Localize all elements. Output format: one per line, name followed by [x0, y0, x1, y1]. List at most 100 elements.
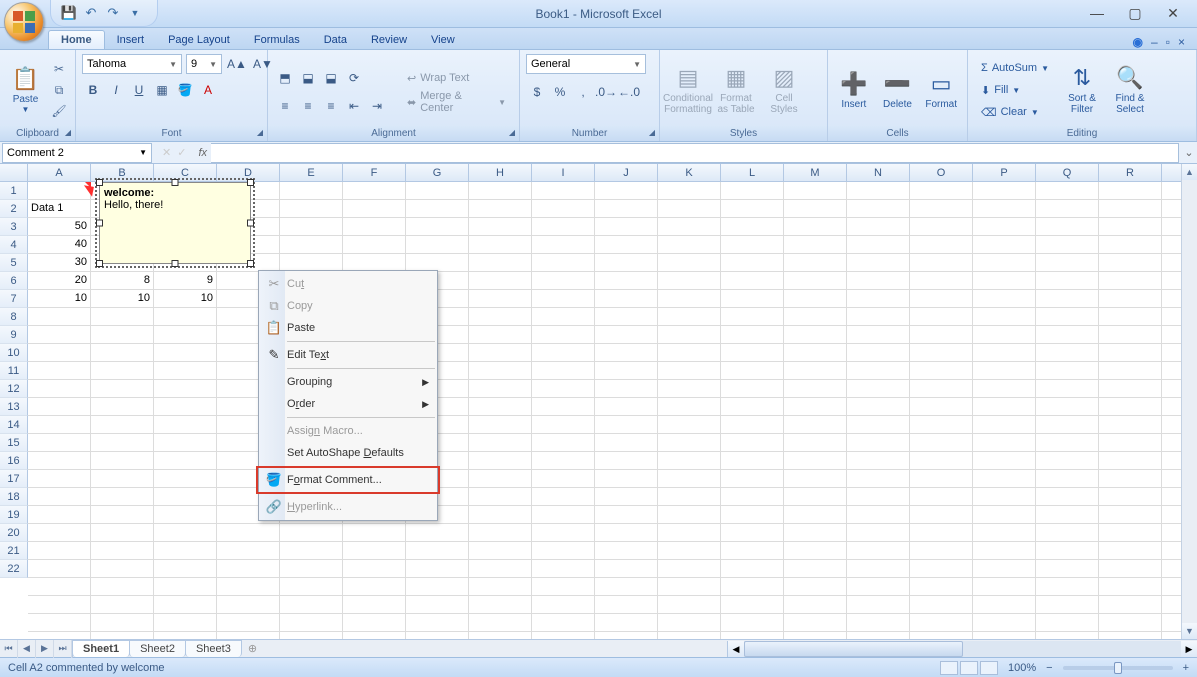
- redo-icon[interactable]: ↷: [105, 5, 121, 21]
- zoom-in-icon[interactable]: +: [1183, 662, 1189, 674]
- col-header-N[interactable]: N: [847, 164, 910, 181]
- fill-color-button[interactable]: 🪣: [174, 80, 196, 100]
- delete-cells-button[interactable]: ➖Delete: [878, 57, 918, 123]
- menu-hyperlink[interactable]: 🔗Hyperlink...: [259, 496, 437, 518]
- row-header-4[interactable]: 4: [0, 236, 28, 254]
- percent-button[interactable]: %: [549, 82, 571, 102]
- col-header-I[interactable]: I: [532, 164, 595, 181]
- insert-sheet-icon[interactable]: ⊕: [242, 640, 263, 657]
- minimize-button[interactable]: —: [1087, 5, 1107, 22]
- resize-handle[interactable]: [96, 220, 103, 227]
- col-header-R[interactable]: R: [1099, 164, 1162, 181]
- resize-handle[interactable]: [172, 260, 179, 267]
- sheet-nav-last-icon[interactable]: ⏭: [54, 640, 72, 658]
- border-button[interactable]: ▦: [151, 80, 173, 100]
- formula-input[interactable]: [211, 143, 1179, 163]
- col-header-K[interactable]: K: [658, 164, 721, 181]
- tab-insert[interactable]: Insert: [105, 31, 157, 49]
- col-header-O[interactable]: O: [910, 164, 973, 181]
- font-launcher-icon[interactable]: ◢: [257, 128, 263, 137]
- enter-formula-icon[interactable]: ✓: [177, 146, 186, 159]
- cell-styles-button[interactable]: ▨Cell Styles: [762, 57, 806, 123]
- cell-B6[interactable]: 8: [91, 272, 153, 289]
- tab-formulas[interactable]: Formulas: [242, 31, 312, 49]
- row-header-15[interactable]: 15: [0, 434, 28, 452]
- cell-B7[interactable]: 10: [91, 290, 153, 307]
- tab-page-layout[interactable]: Page Layout: [156, 31, 242, 49]
- close-button[interactable]: ✕: [1163, 5, 1183, 22]
- col-header-E[interactable]: E: [280, 164, 343, 181]
- sheet-nav-next-icon[interactable]: ▶: [36, 640, 54, 658]
- office-button[interactable]: [4, 2, 44, 42]
- format-painter-button[interactable]: 🖌: [49, 102, 69, 120]
- col-header-P[interactable]: P: [973, 164, 1036, 181]
- cell-A2[interactable]: Data 1: [28, 200, 90, 217]
- row-header-11[interactable]: 11: [0, 362, 28, 380]
- comma-button[interactable]: ,: [572, 82, 594, 102]
- close-workbook-icon[interactable]: ×: [1178, 35, 1185, 49]
- row-header-17[interactable]: 17: [0, 470, 28, 488]
- cell-A7[interactable]: 10: [28, 290, 90, 307]
- page-layout-view-button[interactable]: [960, 661, 978, 675]
- italic-button[interactable]: I: [105, 80, 127, 100]
- scroll-down-icon[interactable]: ▼: [1182, 623, 1197, 639]
- bold-button[interactable]: B: [82, 80, 104, 100]
- resize-handle[interactable]: [247, 179, 254, 186]
- row-header-6[interactable]: 6: [0, 272, 28, 290]
- col-header-H[interactable]: H: [469, 164, 532, 181]
- orientation-button[interactable]: ⟳: [343, 68, 365, 88]
- align-top-button[interactable]: ⬒: [274, 68, 296, 88]
- clear-button[interactable]: ⌫Clear▼: [974, 102, 1056, 122]
- col-header-L[interactable]: L: [721, 164, 784, 181]
- cell-C6[interactable]: 9: [154, 272, 216, 289]
- grow-font-button[interactable]: A▲: [226, 54, 248, 74]
- maximize-button[interactable]: ▢: [1125, 5, 1145, 22]
- sort-filter-button[interactable]: ⇅Sort & Filter: [1060, 57, 1104, 123]
- sheet-tab-2[interactable]: Sheet2: [129, 640, 186, 657]
- sheet-tab-1[interactable]: Sheet1: [72, 640, 130, 657]
- menu-assign-macro[interactable]: Assign Macro...: [259, 420, 437, 442]
- row-header-10[interactable]: 10: [0, 344, 28, 362]
- align-left-button[interactable]: ≡: [274, 96, 296, 116]
- font-name-combo[interactable]: Tahoma▼: [82, 54, 182, 74]
- menu-paste[interactable]: 📋Paste: [259, 317, 437, 339]
- help-icon[interactable]: ◉: [1133, 35, 1143, 49]
- font-size-combo[interactable]: 9▼: [186, 54, 222, 74]
- row-header-16[interactable]: 16: [0, 452, 28, 470]
- merge-center-button[interactable]: ⬌Merge & Center▼: [400, 92, 513, 112]
- increase-indent-button[interactable]: ⇥: [366, 96, 388, 116]
- sheet-tab-3[interactable]: Sheet3: [185, 640, 242, 657]
- menu-grouping[interactable]: Grouping▶: [259, 371, 437, 393]
- zoom-level[interactable]: 100%: [1008, 662, 1036, 674]
- increase-decimal-button[interactable]: .0→: [595, 82, 617, 102]
- scroll-thumb[interactable]: [744, 641, 963, 657]
- insert-cells-button[interactable]: ➕Insert: [834, 57, 874, 123]
- row-header-2[interactable]: 2: [0, 200, 28, 218]
- col-header-J[interactable]: J: [595, 164, 658, 181]
- decrease-indent-button[interactable]: ⇤: [343, 96, 365, 116]
- zoom-slider[interactable]: [1063, 666, 1173, 670]
- tab-view[interactable]: View: [419, 31, 467, 49]
- normal-view-button[interactable]: [940, 661, 958, 675]
- cell-A4[interactable]: 40: [28, 236, 90, 253]
- row-header-3[interactable]: 3: [0, 218, 28, 236]
- sheet-nav-prev-icon[interactable]: ◀: [18, 640, 36, 658]
- conditional-formatting-button[interactable]: ▤Conditional Formatting: [666, 57, 710, 123]
- row-header-8[interactable]: 8: [0, 308, 28, 326]
- align-bottom-button[interactable]: ⬓: [320, 68, 342, 88]
- vertical-scrollbar[interactable]: ▲ ▼: [1181, 164, 1197, 639]
- col-header-F[interactable]: F: [343, 164, 406, 181]
- scroll-left-icon[interactable]: ◀: [728, 641, 744, 657]
- clipboard-launcher-icon[interactable]: ◢: [65, 128, 71, 137]
- expand-formula-bar-icon[interactable]: ⌄: [1181, 146, 1197, 159]
- row-header-12[interactable]: 12: [0, 380, 28, 398]
- select-all-corner[interactable]: [0, 164, 28, 181]
- align-center-button[interactable]: ≡: [297, 96, 319, 116]
- align-middle-button[interactable]: ⬓: [297, 68, 319, 88]
- menu-order[interactable]: Order▶: [259, 393, 437, 415]
- align-right-button[interactable]: ≡: [320, 96, 342, 116]
- number-launcher-icon[interactable]: ◢: [649, 128, 655, 137]
- row-header-5[interactable]: 5: [0, 254, 28, 272]
- font-color-button[interactable]: A: [197, 80, 219, 100]
- menu-edit-text[interactable]: ✎Edit Text: [259, 344, 437, 366]
